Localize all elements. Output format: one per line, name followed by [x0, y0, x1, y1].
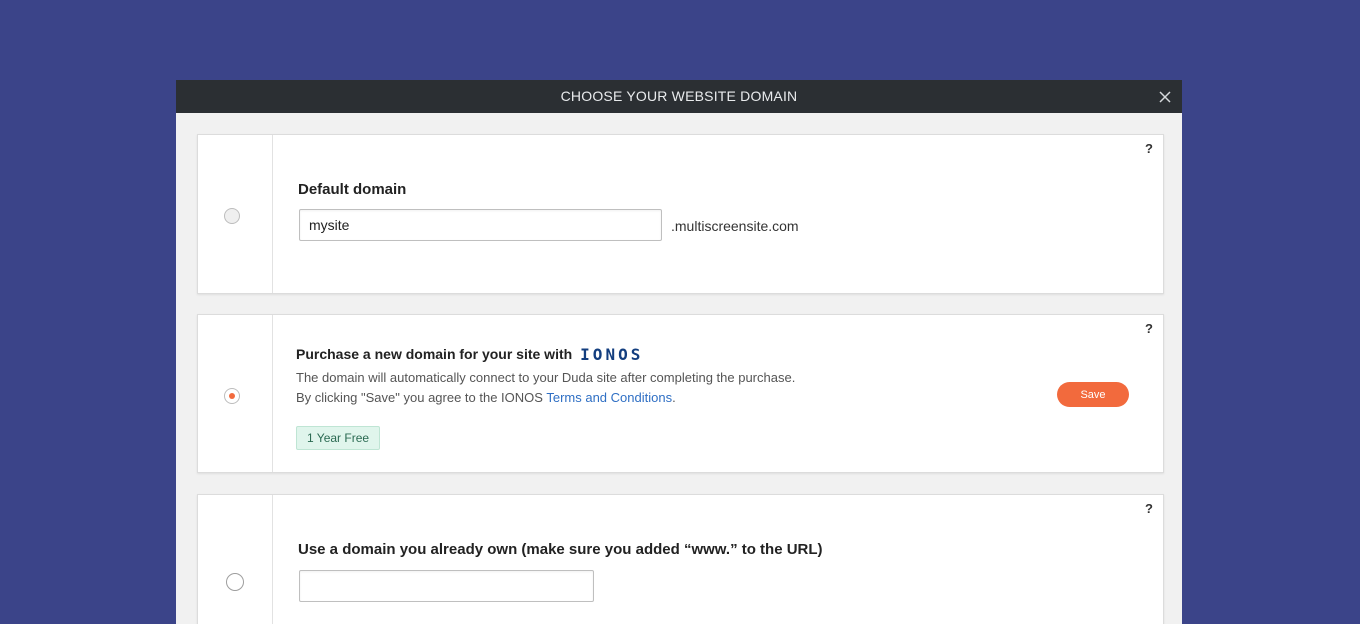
purchase-domain-description: The domain will automatically connect to… — [296, 368, 795, 408]
purchase-domain-help-icon[interactable]: ? — [1145, 321, 1153, 336]
save-button[interactable]: Save — [1057, 382, 1129, 407]
purchase-domain-heading-row: Purchase a new domain for your site with… — [296, 345, 643, 364]
own-domain-radio[interactable] — [226, 573, 244, 591]
default-domain-help-icon[interactable]: ? — [1145, 141, 1153, 156]
ionos-logo: IONOS — [580, 345, 644, 364]
default-domain-radio[interactable] — [224, 208, 240, 224]
default-domain-suffix: .multiscreensite.com — [671, 218, 799, 234]
terms-and-conditions-link[interactable]: Terms and Conditions — [546, 390, 672, 405]
close-icon — [1159, 91, 1171, 103]
own-domain-heading: Use a domain you already own (make sure … — [298, 541, 823, 558]
default-domain-card: ? Default domain .multiscreensite.com — [197, 134, 1164, 294]
purchase-domain-radio[interactable] — [224, 388, 240, 404]
close-button[interactable] — [1156, 88, 1174, 106]
purchase-domain-radio-column — [198, 315, 273, 472]
default-domain-heading: Default domain — [298, 181, 407, 198]
default-domain-input[interactable] — [299, 209, 662, 241]
dialog-title: CHOOSE YOUR WEBSITE DOMAIN — [560, 88, 798, 104]
default-domain-radio-column — [198, 135, 273, 293]
purchase-domain-card: ? Purchase a new domain for your site wi… — [197, 314, 1164, 473]
purchase-description-line1: The domain will automatically connect to… — [296, 370, 796, 385]
own-domain-help-icon[interactable]: ? — [1145, 501, 1153, 516]
one-year-free-badge: 1 Year Free — [296, 426, 381, 450]
purchase-terms-prefix: By clicking "Save" you agree to the IONO… — [296, 390, 547, 405]
purchase-terms-suffix: . — [672, 390, 676, 405]
own-domain-card: ? Use a domain you already own (make sur… — [197, 494, 1164, 624]
own-domain-input[interactable] — [299, 570, 594, 602]
domain-dialog: CHOOSE YOUR WEBSITE DOMAIN ? Default dom… — [176, 80, 1182, 624]
own-domain-radio-column — [198, 495, 273, 624]
dialog-titlebar: CHOOSE YOUR WEBSITE DOMAIN — [176, 80, 1182, 113]
purchase-domain-heading: Purchase a new domain for your site with — [296, 346, 573, 362]
purchase-description-line2: By clicking "Save" you agree to the IONO… — [296, 388, 795, 408]
